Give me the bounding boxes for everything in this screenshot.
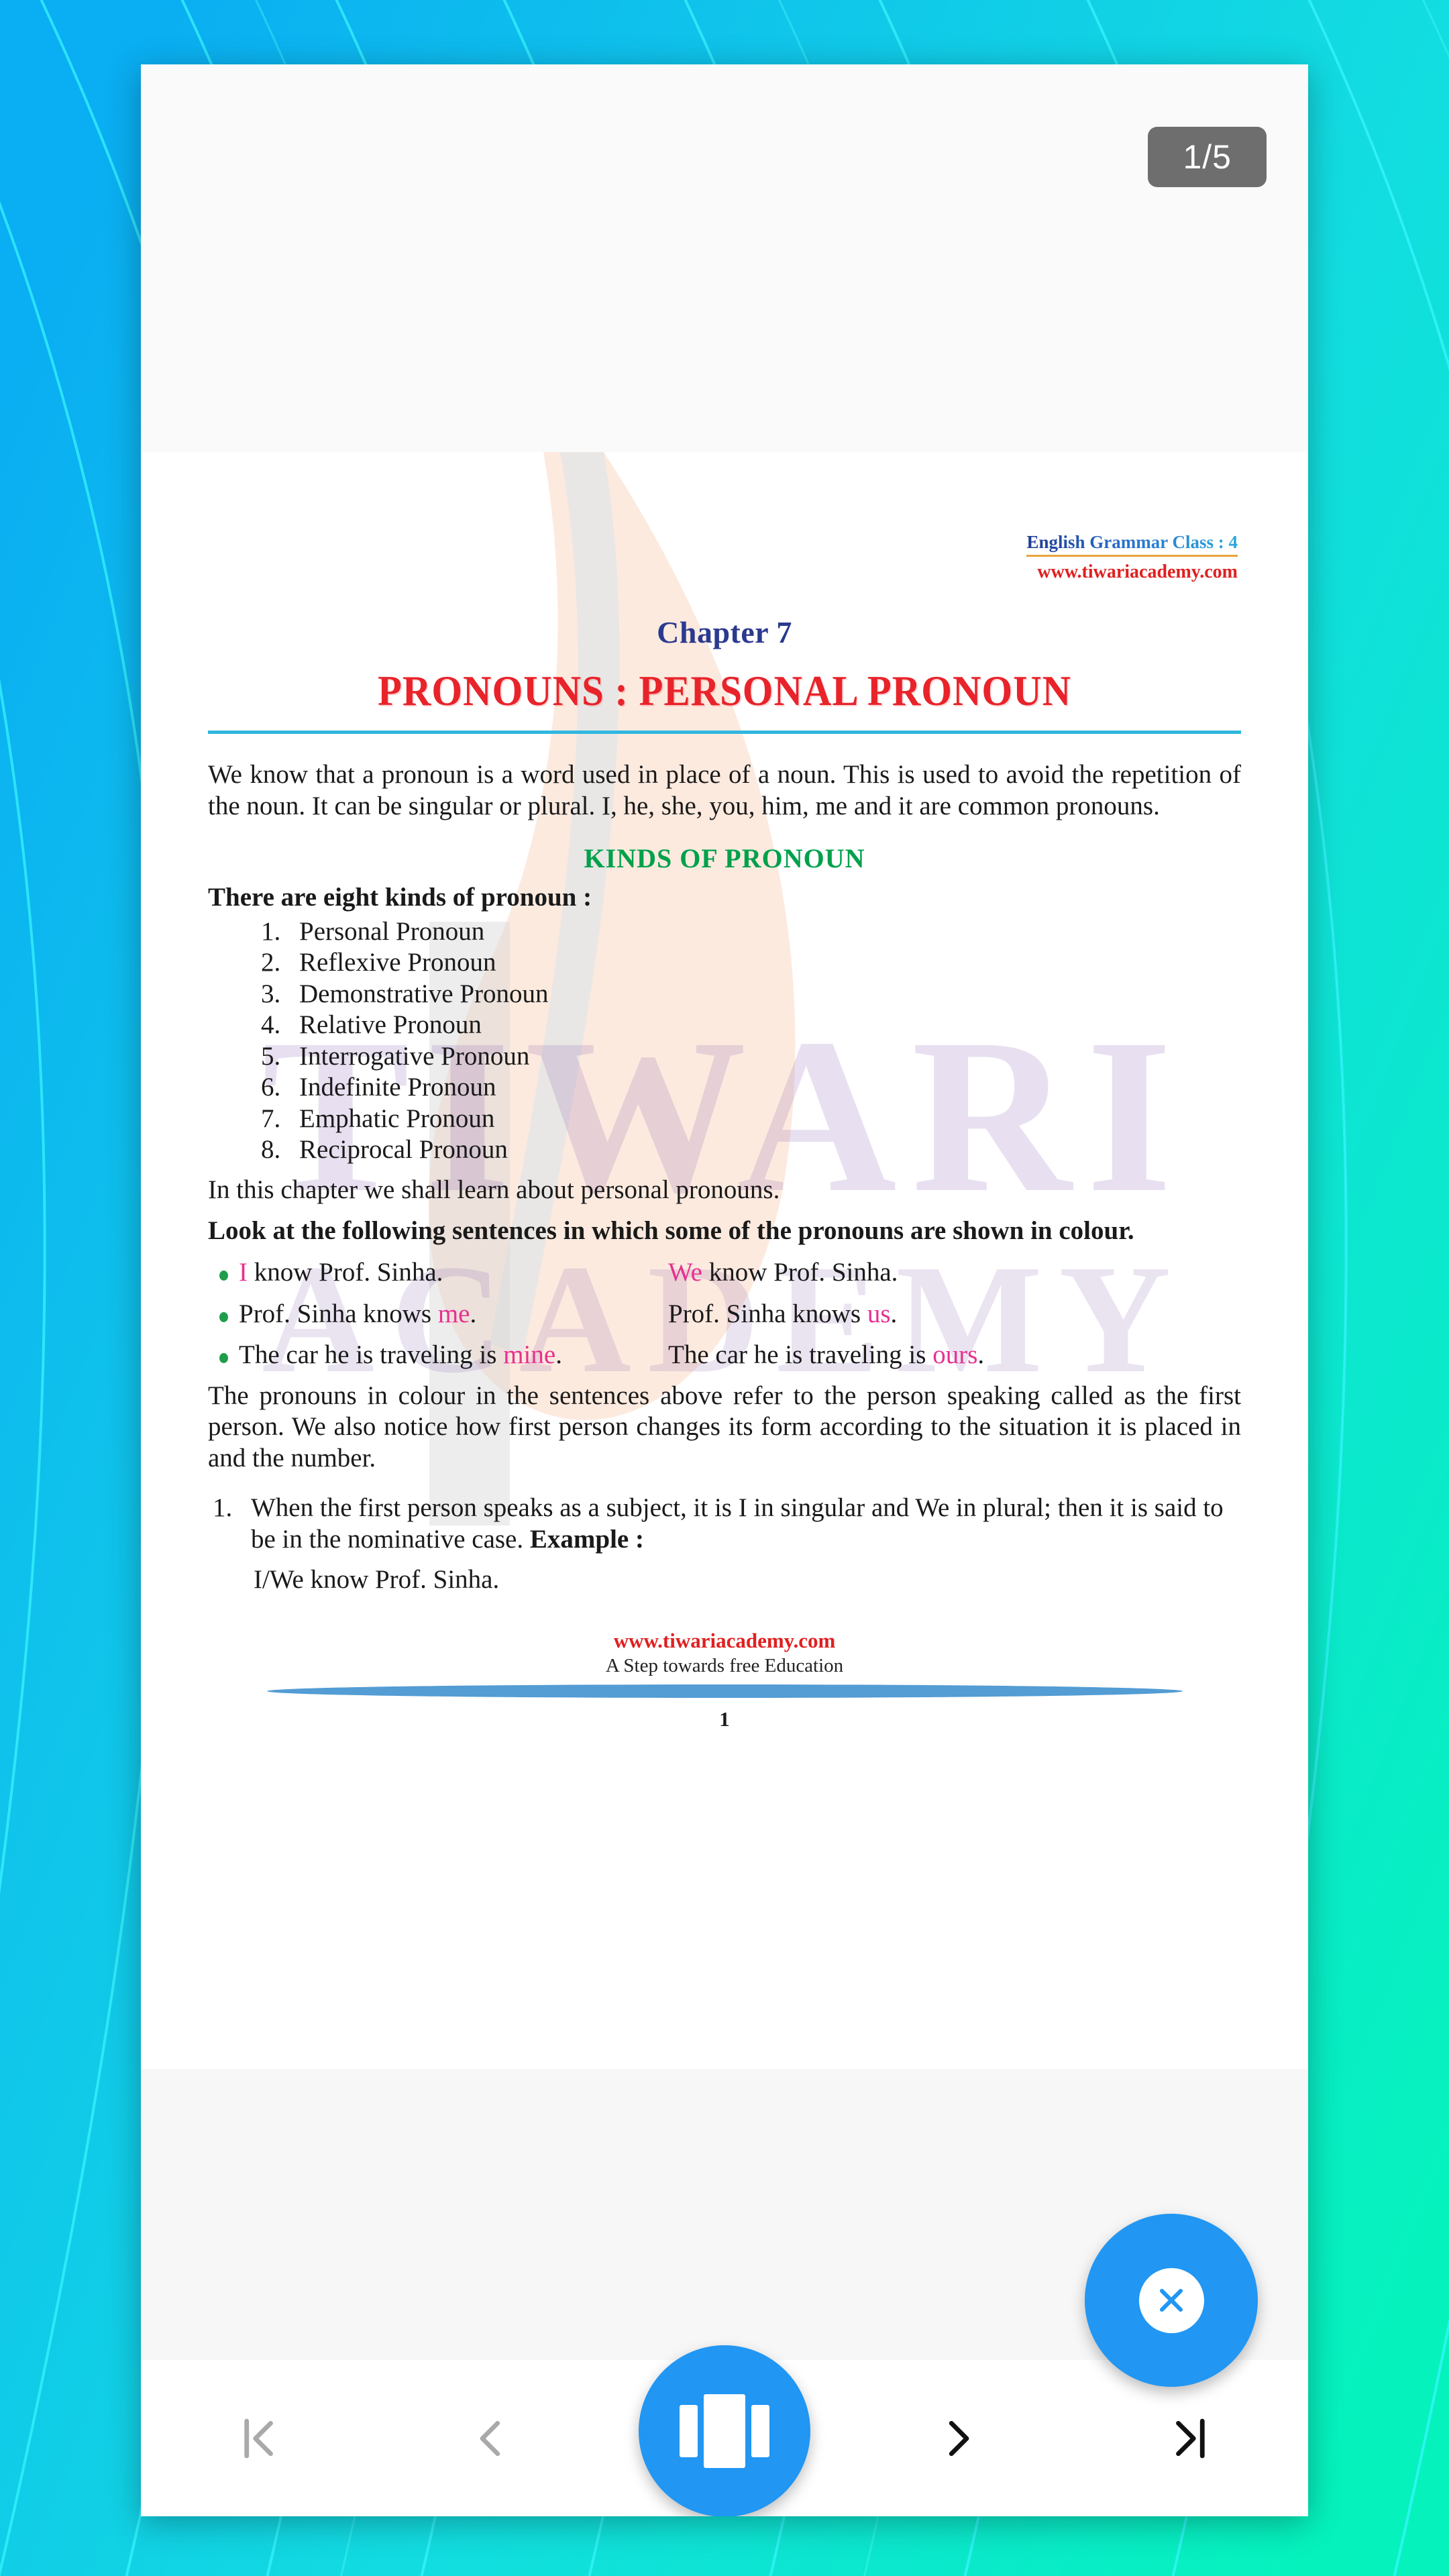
example-plural-pronoun: We <box>668 1257 702 1287</box>
header-class-line: English Grammar Class : 4 <box>1026 532 1238 557</box>
chevron-right-icon <box>932 2412 984 2465</box>
footer-website: www.tiwariacademy.com <box>613 1629 836 1653</box>
header-website: www.tiwariacademy.com <box>1037 561 1238 582</box>
example-plural: The car he is traveling is ours. <box>668 1339 1241 1371</box>
list-item: Reflexive Pronoun <box>287 947 1241 978</box>
first-page-icon <box>231 2412 284 2465</box>
list-item: Interrogative Pronoun <box>287 1041 1241 1072</box>
chapter-note: In this chapter we shall learn about per… <box>208 1175 780 1205</box>
footer-tagline: A Step towards free Education <box>605 1654 844 1676</box>
last-page-icon <box>1165 2412 1218 2465</box>
example-plural-post: know Prof. Sinha. <box>702 1257 898 1287</box>
intro-paragraph: We know that a pronoun is a word used in… <box>208 760 1241 821</box>
view-mode-button[interactable] <box>639 2345 810 2516</box>
document-content: English Grammar Class : 4 www.tiwariacad… <box>208 452 1241 1731</box>
close-reader-button[interactable] <box>1085 2214 1258 2387</box>
look-instruction: Look at the following sentences in which… <box>208 1216 1134 1246</box>
example-plural: We know Prof. Sinha. <box>668 1256 1241 1289</box>
example-singular: I know Prof. Sinha. <box>239 1256 668 1289</box>
nominative-example-sentence: I/We know Prof. Sinha. <box>254 1565 500 1595</box>
example-singular: The car he is traveling is mine. <box>239 1339 668 1371</box>
next-page-button[interactable] <box>841 2360 1075 2516</box>
chapter-label: Chapter 7 <box>657 615 792 650</box>
example-singular-pronoun: mine <box>503 1340 556 1370</box>
example-singular-pronoun: me <box>437 1299 470 1328</box>
example-plural-pre: The car he is traveling is <box>668 1340 933 1370</box>
page-indicator-badge: 1/5 <box>1148 127 1267 187</box>
list-item: Indefinite Pronoun <box>287 1072 1241 1103</box>
bullet-icon <box>208 1353 239 1364</box>
document-footer: www.tiwariacademy.com A Step towards fre… <box>208 1629 1241 1731</box>
kinds-lead-line: There are eight kinds of pronoun : <box>208 883 592 912</box>
example-singular-post: . <box>470 1299 477 1328</box>
view-carousel-icon <box>680 2394 769 2468</box>
pdf-reader-card: 1/5 TIWARI ACADEMY English Grammar Class… <box>141 64 1308 2516</box>
document-header: English Grammar Class : 4 www.tiwariacad… <box>208 452 1241 582</box>
example-singular-post: . <box>555 1340 562 1370</box>
chevron-left-icon <box>465 2412 517 2465</box>
example-plural-pronoun: us <box>867 1299 891 1328</box>
list-item: Reciprocal Pronoun <box>287 1134 1241 1165</box>
example-singular-pre: The car he is traveling is <box>239 1340 504 1370</box>
close-icon <box>1138 2267 1204 2333</box>
first-page-button[interactable] <box>141 2360 374 2516</box>
example-label: Example : <box>529 1525 644 1554</box>
list-item: Personal Pronoun <box>287 916 1241 947</box>
bullet-icon <box>208 1311 239 1322</box>
example-plural-post: . <box>977 1340 985 1370</box>
pronoun-example-rows: I know Prof. Sinha. We know Prof. Sinha.… <box>208 1256 1241 1371</box>
table-row: Prof. Sinha knows me. Prof. Sinha knows … <box>208 1298 1241 1330</box>
list-item: Relative Pronoun <box>287 1010 1241 1040</box>
example-plural: Prof. Sinha knows us. <box>668 1298 1241 1330</box>
previous-page-button[interactable] <box>374 2360 608 2516</box>
colour-explanation-paragraph: The pronouns in colour in the sentences … <box>208 1381 1241 1473</box>
example-singular-pronoun: I <box>239 1257 248 1287</box>
bullet-icon <box>208 1270 239 1281</box>
footer-divider <box>266 1684 1183 1699</box>
example-plural-post: . <box>890 1299 898 1328</box>
example-singular: Prof. Sinha knows me. <box>239 1298 668 1330</box>
kinds-of-pronoun-heading: KINDS OF PRONOUN <box>584 843 865 874</box>
list-item: When the first person speaks as a subjec… <box>239 1492 1241 1555</box>
title-divider <box>208 731 1241 735</box>
nominative-rule-text: When the first person speaks as a subjec… <box>251 1493 1224 1554</box>
table-row: The car he is traveling is mine. The car… <box>208 1339 1241 1371</box>
table-row: I know Prof. Sinha. We know Prof. Sinha. <box>208 1256 1241 1289</box>
example-plural-pre: Prof. Sinha knows <box>668 1299 867 1328</box>
nominative-rule-list: When the first person speaks as a subjec… <box>239 1492 1241 1555</box>
example-singular-post: know Prof. Sinha. <box>248 1257 443 1287</box>
list-item: Demonstrative Pronoun <box>287 979 1241 1010</box>
list-item: Emphatic Pronoun <box>287 1104 1241 1134</box>
page-title: PRONOUNS : PERSONAL PRONOUN <box>377 667 1072 715</box>
pdf-page: TIWARI ACADEMY English Grammar Class : 4… <box>141 452 1308 2069</box>
kinds-of-pronoun-list: Personal Pronoun Reflexive Pronoun Demon… <box>287 916 1241 1165</box>
example-plural-pronoun: ours <box>932 1340 978 1370</box>
example-singular-pre: Prof. Sinha knows <box>239 1299 438 1328</box>
footer-page-number: 1 <box>719 1707 730 1731</box>
